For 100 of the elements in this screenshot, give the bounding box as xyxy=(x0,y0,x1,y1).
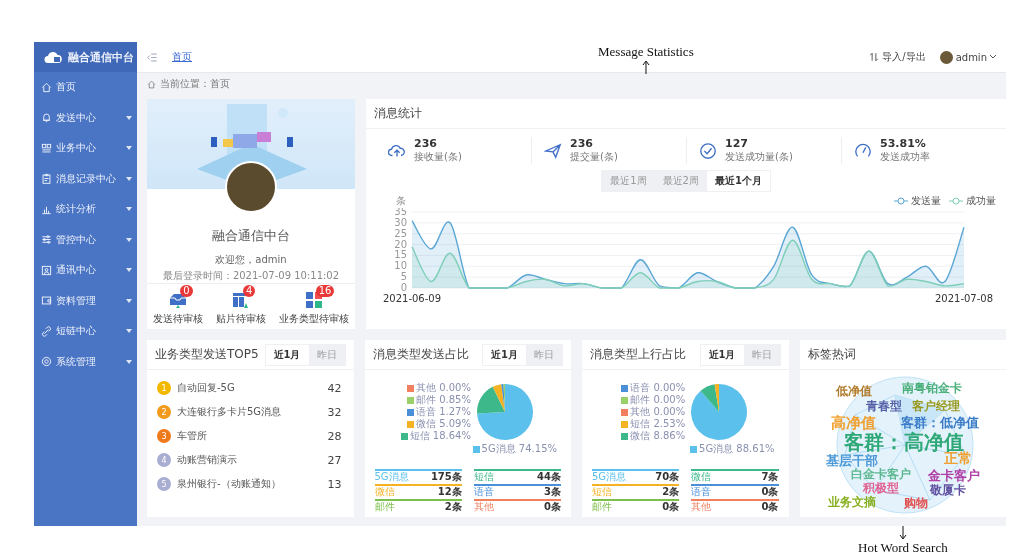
axis-tick-label: 0 xyxy=(400,282,407,293)
legend-count: 175条 xyxy=(430,471,462,483)
legend-item[interactable]: 成功量 xyxy=(949,194,996,208)
sidebar-item[interactable]: 消息记录中心 xyxy=(34,163,137,194)
tag-word[interactable]: 基层干部 xyxy=(825,453,878,467)
sidebar-item[interactable]: 短链中心 xyxy=(34,316,137,347)
clipboard-icon xyxy=(41,173,52,185)
tag-word[interactable]: 客群：低净值 xyxy=(900,415,979,429)
card-title: 标签热词 xyxy=(807,346,856,363)
legend-count: 44条 xyxy=(537,471,561,483)
pie-label: 其他 0.00% xyxy=(406,382,471,394)
legend-label: 邮件 xyxy=(592,501,612,513)
card-title: 消息统计 xyxy=(374,105,422,122)
task-shortcut[interactable]: 16 业务类型待审核 xyxy=(278,284,349,326)
cloud-logo-icon xyxy=(44,50,62,64)
tag-word[interactable]: 业务文摘 xyxy=(827,496,876,508)
rank-medal: 3 xyxy=(157,429,171,443)
sidebar-item[interactable]: 业务中心 xyxy=(34,133,137,164)
legend-count: 0条 xyxy=(544,501,561,513)
tag-word[interactable]: 南粤铂金卡 xyxy=(901,382,962,394)
welcome-text: 欢迎您，admin xyxy=(214,253,288,267)
stat-value: 53.81% xyxy=(880,137,927,150)
legend-item[interactable]: 发送量 xyxy=(894,194,941,208)
task-shortcut[interactable]: 4 贴片待审核 xyxy=(216,284,266,326)
import-export-button[interactable]: 导入/导出 xyxy=(869,50,926,64)
axis-tick-label: 15 xyxy=(394,249,407,261)
sidebar-item[interactable]: 资料管理 xyxy=(34,285,137,316)
axis-tick-label: 30 xyxy=(394,216,407,228)
pie-label: 5G消息 88.61% xyxy=(690,442,775,456)
business-type-name: 泉州银行-（动账通知） xyxy=(177,477,282,491)
pie-label: 短信 2.53% xyxy=(621,418,686,430)
stat-value: 127 xyxy=(725,137,749,150)
axis-tick-label: 2021-06-09 xyxy=(382,293,442,304)
stat-value: 236 xyxy=(570,137,594,150)
legend-label: 语音 xyxy=(691,486,712,498)
stat-label: 提交量(条) xyxy=(570,150,618,164)
legend-label: 5G消息 xyxy=(374,471,409,483)
sliders-icon xyxy=(41,234,52,246)
range-tab[interactable]: 昨日 xyxy=(526,344,562,365)
tag-word[interactable]: 敬厦卡 xyxy=(929,484,966,496)
menu-fold-icon[interactable] xyxy=(147,51,158,63)
tag-word[interactable]: 积极型 xyxy=(862,482,899,494)
stat-label: 接收量(条) xyxy=(414,150,462,164)
caret-icon xyxy=(990,55,996,59)
legend-label: 语音 xyxy=(473,486,494,498)
legend-count: 70条 xyxy=(655,471,680,483)
send-count: 27 xyxy=(327,453,342,467)
legend-label: 微信 xyxy=(374,486,395,498)
axis-tick-label: 20 xyxy=(394,238,407,250)
sidebar-item[interactable]: 系统管理 xyxy=(34,346,137,377)
avatar-placeholder xyxy=(939,50,953,64)
sidebar-item[interactable]: 统计分析 xyxy=(34,194,137,225)
card-title: 业务类型发送TOP5 xyxy=(155,346,259,363)
business-type-name: 动账营销演示 xyxy=(177,453,238,467)
sidebar-item[interactable]: 通讯中心 xyxy=(34,255,137,286)
pie-label: 5G消息 74.15% xyxy=(472,442,557,456)
legend-count: 0条 xyxy=(761,486,779,498)
settings-icon xyxy=(41,356,52,368)
rank-medal: 5 xyxy=(157,477,171,491)
tag-word[interactable]: 低净值 xyxy=(835,385,872,397)
send-count: 32 xyxy=(327,405,342,419)
sidebar-item[interactable]: 管控中心 xyxy=(34,224,137,255)
tag-word[interactable]: 购物 xyxy=(903,497,928,509)
legend-count: 3条 xyxy=(544,486,561,498)
home-link[interactable]: 首页 xyxy=(172,50,192,64)
send-count: 28 xyxy=(327,429,342,443)
legend-count: 7条 xyxy=(761,471,779,483)
legend-label: 邮件 xyxy=(374,501,395,513)
range-tab[interactable]: 昨日 xyxy=(743,344,780,365)
user-menu[interactable]: admin xyxy=(939,50,996,64)
pie-label: 其他 0.00% xyxy=(621,406,686,418)
pie-label: 邮件 0.85% xyxy=(406,394,471,406)
contact-card-icon xyxy=(41,264,52,276)
breadcrumb: 当前位置：首页 xyxy=(160,77,230,91)
task-shortcut[interactable]: 0 发送待审核 xyxy=(153,284,204,326)
legend-count: 2条 xyxy=(444,501,462,513)
sidebar-item[interactable]: 发送中心 xyxy=(34,102,137,133)
sidebar-item[interactable]: 首页 xyxy=(34,72,137,103)
send-count: 13 xyxy=(327,477,342,491)
home-icon xyxy=(41,81,52,93)
legend-count: 2条 xyxy=(662,486,680,498)
axis-tick-label: 25 xyxy=(394,227,407,239)
range-tab[interactable]: 近1月 xyxy=(265,344,309,365)
range-tab[interactable]: 近1月 xyxy=(483,344,526,365)
axis-tick-label: 10 xyxy=(394,260,407,272)
range-tab[interactable]: 昨日 xyxy=(308,344,345,365)
tag-word[interactable]: 青春型 xyxy=(865,400,902,412)
axis-tick-label: 35 xyxy=(394,208,407,217)
pie-label: 语音 0.00% xyxy=(621,382,686,394)
grid-icon xyxy=(41,142,52,154)
pie-label: 微信 5.09% xyxy=(406,418,471,430)
tag-word[interactable]: 客群：高净值 xyxy=(843,432,964,452)
tag-word[interactable]: 金卡客户 xyxy=(927,468,980,482)
tag-word[interactable]: 客户经理 xyxy=(911,400,960,412)
range-tab[interactable]: 最近1周 xyxy=(602,171,655,191)
range-tab[interactable]: 最近2周 xyxy=(654,171,707,191)
range-tab[interactable]: 近1月 xyxy=(700,344,744,365)
axis-unit-label: 条 xyxy=(396,194,406,208)
range-tab[interactable]: 最近1个月 xyxy=(706,171,770,191)
wallet-icon xyxy=(41,295,52,307)
